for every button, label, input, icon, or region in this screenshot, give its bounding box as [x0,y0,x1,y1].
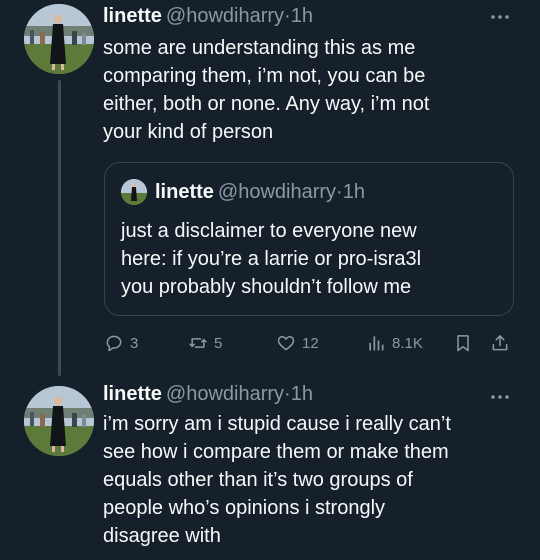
heart-icon [277,336,295,351]
quoted-handle: @howdiharry [217,181,337,203]
avatar[interactable] [24,386,94,456]
bookmark-button[interactable] [453,330,473,356]
timestamp[interactable]: 1h [291,5,313,27]
display-name[interactable]: linette [103,383,162,405]
handle[interactable]: @howdiharry [166,5,284,27]
handle[interactable]: @howdiharry [166,383,284,405]
tweet-text: some are understanding this as me compar… [103,34,513,146]
share-icon [492,335,508,351]
action-bar: 3 5 12 8.1K [0,330,540,356]
reply-count: 3 [130,334,139,352]
quoted-text-line: just a disclaimer to everyone new [121,220,417,242]
tweet-text-line: people who’s opinions i strongly [103,497,386,519]
display-name[interactable]: linette [103,5,162,27]
tweet-header: linette @howdiharry·1h [103,382,313,406]
repost-count: 5 [214,334,223,352]
like-button[interactable]: 12 [276,330,319,356]
tweet-text-line: some are understanding this as me [103,37,416,59]
separator-dot: · [284,5,291,27]
quoted-text: just a disclaimer to everyone new here: … [121,217,501,301]
quoted-avatar [121,179,147,205]
avatar[interactable] [24,4,94,74]
like-count: 12 [302,334,319,352]
share-button[interactable] [490,330,510,356]
views-button[interactable]: 8.1K [366,330,423,356]
quoted-tweet[interactable]: linette @howdiharry·1h just a disclaimer … [104,162,514,316]
more-horizontal-icon[interactable] [490,10,510,24]
tweet-text-line: comparing them, i’m not, you can be [103,65,426,87]
more-horizontal-icon[interactable] [490,390,510,404]
tweet-text-line: either, both or none. Any way, i’m not [103,93,430,115]
quoted-timestamp: 1h [342,181,365,203]
tweet[interactable]: linette @howdiharry·1h i’m sorry am i stu… [0,376,540,560]
tweet[interactable]: linette @howdiharry·1h some are understan… [0,0,540,376]
repost-icon [189,338,207,348]
quoted-display-name: linette [155,181,214,203]
tweet-text-line: equals other than it’s two groups of [103,469,413,491]
analytics-icon [369,336,384,351]
quoted-header: linette @howdiharry·1h [155,180,365,204]
quoted-text-line: you probably shouldn’t follow me [121,276,412,298]
reply-icon [106,335,122,352]
tweet-text-line: your kind of person [103,121,274,143]
timestamp[interactable]: 1h [291,383,313,405]
tweet-header: linette @howdiharry·1h [103,4,313,28]
quoted-text-line: here: if you’re a larrie or pro-isra3l [121,248,422,270]
views-count: 8.1K [392,334,423,352]
tweet-text-line: disagree with [103,525,221,547]
separator-dot: · [336,181,343,203]
tweet-text-line: i’m sorry am i stupid cause i really can… [103,413,451,435]
tweet-text-line: see how i compare them or make them [103,441,449,463]
bookmark-icon [457,335,469,352]
separator-dot: · [284,383,291,405]
repost-button[interactable]: 5 [188,330,222,356]
tweet-text: i’m sorry am i stupid cause i really can… [103,410,513,550]
reply-button[interactable]: 3 [104,330,138,356]
